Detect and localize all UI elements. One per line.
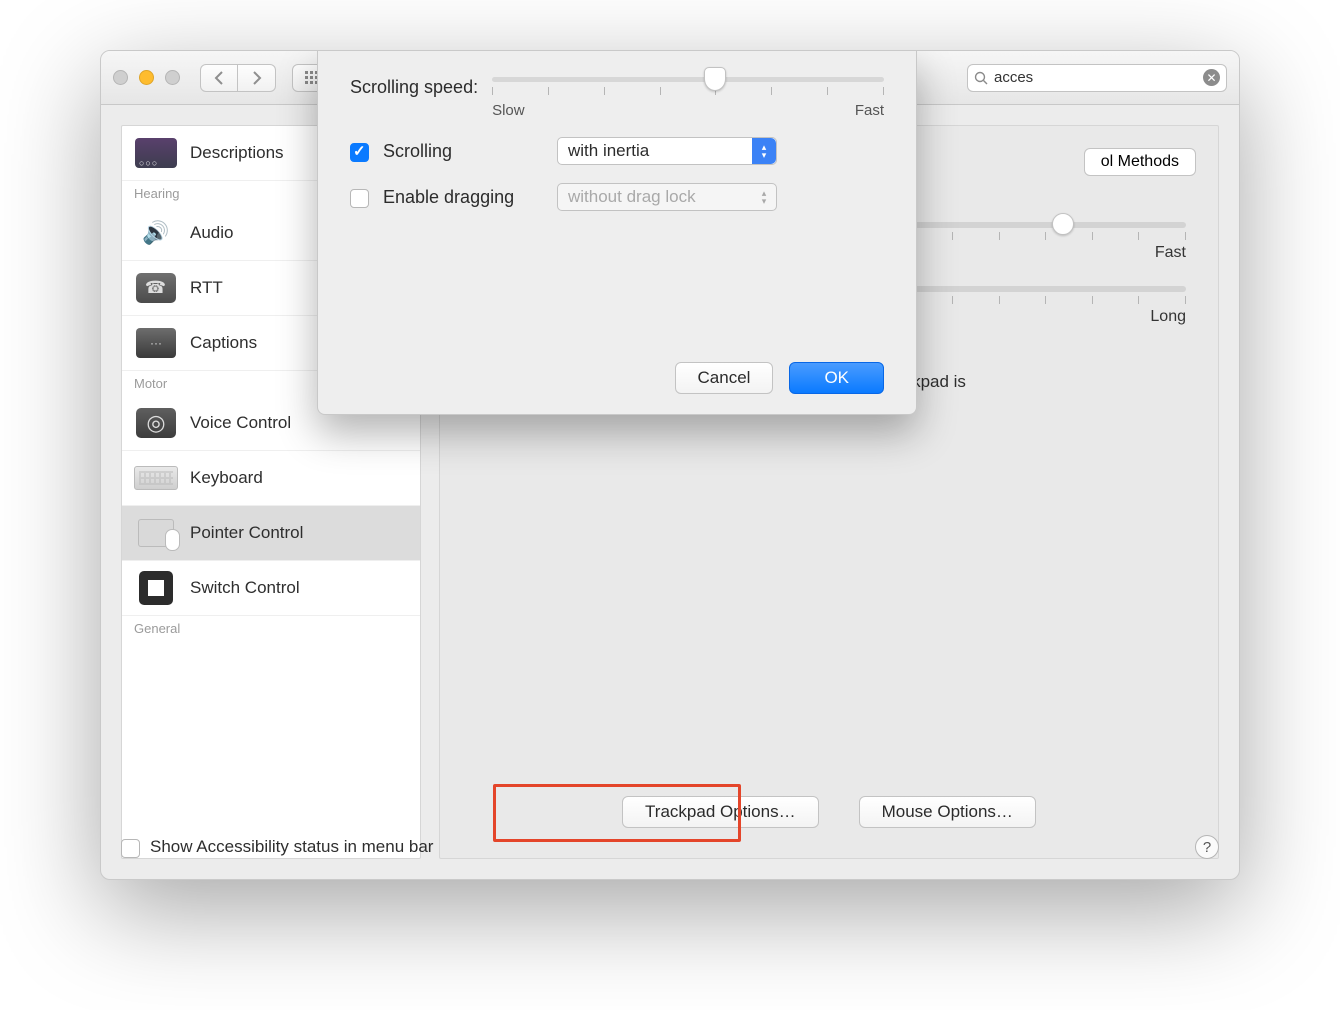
switch-control-icon bbox=[139, 571, 173, 605]
fast-label: Fast bbox=[855, 102, 884, 119]
sidebar-item-label: Pointer Control bbox=[190, 523, 303, 543]
sidebar-item-label: Descriptions bbox=[190, 143, 284, 163]
mouse-options-button[interactable]: Mouse Options… bbox=[859, 796, 1036, 828]
captions-icon: ··· bbox=[136, 328, 176, 358]
sidebar-item-label: Voice Control bbox=[190, 413, 291, 433]
search-input[interactable] bbox=[994, 69, 1197, 86]
window-controls bbox=[113, 70, 180, 85]
slow-label: Slow bbox=[492, 102, 525, 119]
nav-buttons bbox=[200, 64, 276, 92]
rtt-icon bbox=[136, 273, 176, 303]
select-value: without drag lock bbox=[568, 187, 696, 207]
help-button[interactable]: ? bbox=[1195, 835, 1219, 859]
scrolling-speed-label: Scrolling speed: bbox=[350, 77, 478, 98]
sidebar-item-label: Captions bbox=[190, 333, 257, 353]
sidebar-item-pointer-control[interactable]: Pointer Control bbox=[122, 506, 420, 561]
descriptions-icon bbox=[135, 138, 177, 168]
ok-button[interactable]: OK bbox=[789, 362, 884, 394]
zoom-icon[interactable] bbox=[165, 70, 180, 85]
sidebar-item-label: Audio bbox=[190, 223, 233, 243]
show-status-checkbox[interactable] bbox=[121, 839, 140, 858]
minimize-icon[interactable] bbox=[139, 70, 154, 85]
tab-control-methods[interactable]: ol Methods bbox=[1084, 148, 1196, 176]
enable-dragging-checkbox[interactable] bbox=[350, 189, 369, 208]
dragging-mode-select: without drag lock bbox=[557, 183, 777, 211]
search-icon bbox=[974, 71, 988, 85]
trackpad-options-sheet: Scrolling speed: Slow Fast Scrolling wit… bbox=[317, 51, 917, 415]
cancel-button[interactable]: Cancel bbox=[675, 362, 774, 394]
slider-thumb[interactable] bbox=[704, 67, 726, 91]
forward-button[interactable] bbox=[238, 64, 276, 92]
sidebar-item-switch-control[interactable]: Switch Control bbox=[122, 561, 420, 616]
sidebar-item-label: Switch Control bbox=[190, 578, 300, 598]
trackpad-options-button[interactable]: Trackpad Options… bbox=[622, 796, 819, 828]
trackpad-icon bbox=[138, 519, 174, 547]
scrolling-speed-slider[interactable] bbox=[492, 77, 884, 82]
sidebar-item-keyboard[interactable]: Keyboard bbox=[122, 451, 420, 506]
enable-dragging-label: Enable dragging bbox=[383, 187, 543, 208]
clear-search-button[interactable]: ✕ bbox=[1203, 69, 1220, 86]
sidebar-item-label: RTT bbox=[190, 278, 223, 298]
preferences-window: Accessibility ✕ Descriptions Hearing 🔊 A… bbox=[100, 50, 1240, 880]
back-button[interactable] bbox=[200, 64, 238, 92]
close-icon[interactable] bbox=[113, 70, 128, 85]
search-field[interactable]: ✕ bbox=[967, 64, 1227, 92]
slider-thumb[interactable] bbox=[1052, 213, 1074, 235]
sidebar-item-label: Keyboard bbox=[190, 468, 263, 488]
speaker-icon: 🔊 bbox=[134, 214, 178, 252]
show-status-label: Show Accessibility status in menu bar bbox=[150, 837, 433, 857]
scrolling-mode-select[interactable]: with inertia bbox=[557, 137, 777, 165]
keyboard-icon bbox=[134, 466, 178, 490]
footer: Show Accessibility status in menu bar ? bbox=[121, 835, 1219, 859]
voice-control-icon: ◎ bbox=[136, 408, 176, 438]
chevron-updown-icon bbox=[752, 138, 776, 164]
select-value: with inertia bbox=[568, 141, 649, 161]
chevron-updown-icon bbox=[752, 184, 776, 210]
scrolling-checkbox[interactable] bbox=[350, 143, 369, 162]
sidebar-section-general: General bbox=[122, 616, 420, 641]
scrolling-label: Scrolling bbox=[383, 141, 543, 162]
